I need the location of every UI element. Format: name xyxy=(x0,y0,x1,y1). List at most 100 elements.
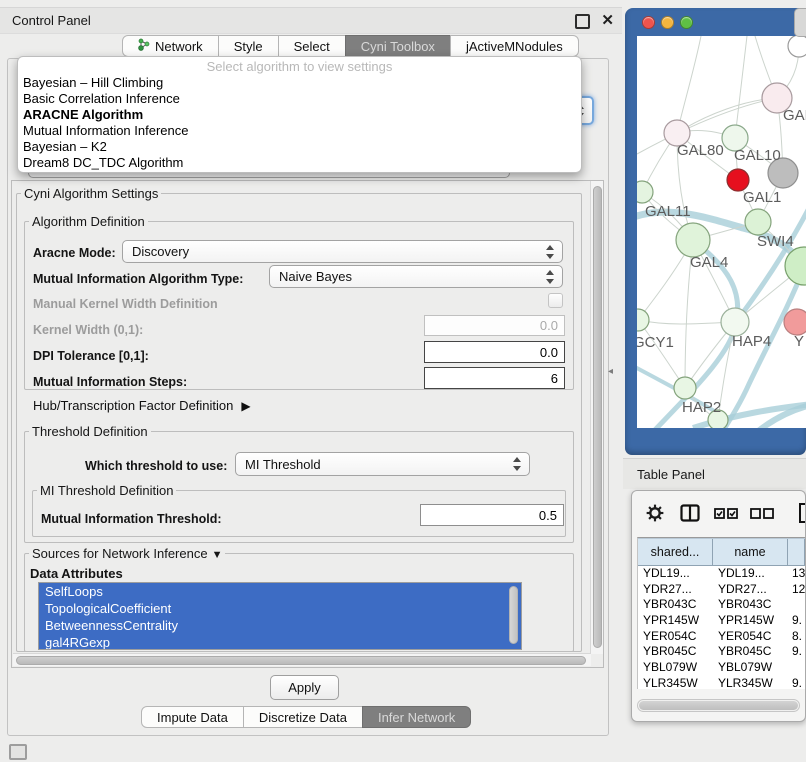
table-row[interactable]: YDR27...YDR27...12 xyxy=(638,582,805,598)
mi-type-label: Mutual Information Algorithm Type: xyxy=(33,272,243,286)
table-row[interactable]: YPR145WYPR145W9. xyxy=(638,613,805,629)
node-label-gcy1: GCY1 xyxy=(637,334,674,351)
select-all-icon[interactable] xyxy=(714,507,740,520)
control-panel-tabs: NetworkStyleSelectCyni ToolboxjActiveMNo… xyxy=(122,35,579,57)
table-cell xyxy=(788,597,805,613)
deselect-all-icon[interactable] xyxy=(750,507,776,520)
table-cell: 9. xyxy=(788,644,805,660)
which-threshold-combo[interactable]: MI Threshold xyxy=(235,452,530,476)
network-node[interactable] xyxy=(721,308,749,336)
data-attributes-label: Data Attributes xyxy=(30,566,123,581)
manual-kernel-checkbox[interactable] xyxy=(548,293,563,308)
kernel-width-field[interactable]: 0.0 xyxy=(424,315,565,336)
which-threshold-value: MI Threshold xyxy=(245,457,321,472)
table-cell: 13 xyxy=(788,566,805,582)
column-header-name[interactable]: name xyxy=(713,539,788,565)
algorithm-option-bayesian-k2[interactable]: Bayesian – K2 xyxy=(18,139,581,155)
table-cell: YER054C xyxy=(638,629,713,645)
mi-threshold-label: Mutual Information Threshold: xyxy=(41,512,222,526)
attribute-item-gal4rgexp[interactable]: gal4RGexp xyxy=(39,634,521,650)
network-canvas[interactable]: GALGAL80GAL10GAL1GAL11SWI4GAL4HAP4YGCY1H… xyxy=(637,36,806,428)
node-label-swi4: SWI4 xyxy=(757,233,794,250)
close-button[interactable] xyxy=(642,16,655,29)
algorithm-option-bayesian-hill-climbing[interactable]: Bayesian – Hill Climbing xyxy=(18,75,581,91)
tab-style[interactable]: Style xyxy=(218,35,279,57)
aracne-mode-combo[interactable]: Discovery xyxy=(122,240,563,263)
node-label-y: Y xyxy=(794,333,804,350)
which-threshold-label: Which threshold to use: xyxy=(85,459,227,473)
mi-type-combo[interactable]: Naive Bayes xyxy=(269,265,563,288)
algorithm-option-mutual-information-inference[interactable]: Mutual Information Inference xyxy=(18,123,581,139)
apply-button[interactable]: Apply xyxy=(270,675,339,700)
attribute-item-betweennesscentrality[interactable]: BetweennessCentrality xyxy=(39,617,521,634)
cyni-settings-legend: Cyni Algorithm Settings xyxy=(21,186,161,201)
sources-legend[interactable]: Sources for Network Inference▼ xyxy=(29,546,225,561)
split-columns-icon[interactable] xyxy=(680,504,700,522)
toolbar-corner-fragment xyxy=(794,8,806,37)
node-label-gal: GAL xyxy=(783,107,806,124)
column-header-shared-name[interactable]: shared... xyxy=(638,539,713,565)
algorithm-option-aracne-algorithm[interactable]: ARACNE Algorithm xyxy=(18,107,581,123)
combo-arrows-icon xyxy=(546,270,555,284)
table-row[interactable]: YBR043CYBR043C xyxy=(638,597,805,613)
network-node[interactable] xyxy=(674,377,696,399)
table-header-row: shared... name xyxy=(638,538,805,566)
algorithm-option-basic-correlation-inference[interactable]: Basic Correlation Inference xyxy=(18,91,581,107)
list-vertical-scrollbar[interactable] xyxy=(509,586,518,644)
float-panel-icon[interactable] xyxy=(575,14,590,29)
table-row[interactable]: YBR045CYBR045C9. xyxy=(638,644,805,660)
combo-arrows-icon xyxy=(546,245,555,259)
mi-threshold-field[interactable]: 0.5 xyxy=(420,504,564,526)
network-node[interactable] xyxy=(745,209,771,235)
dpi-tolerance-label: DPI Tolerance [0,1]: xyxy=(33,349,149,363)
attribute-item-topologicalcoefficient[interactable]: TopologicalCoefficient xyxy=(39,600,521,617)
network-node[interactable] xyxy=(727,169,749,191)
data-attributes-list: SelfLoopsTopologicalCoefficientBetweenne… xyxy=(38,582,522,650)
node-label-gal4: GAL4 xyxy=(690,254,728,271)
gear-icon[interactable] xyxy=(646,504,664,522)
kernel-width-value: 0.0 xyxy=(540,318,558,333)
network-view-window[interactable]: GALGAL80GAL10GAL1GAL11SWI4GAL4HAP4YGCY1H… xyxy=(625,8,806,455)
table-row[interactable]: YBL079WYBL079W xyxy=(638,660,805,676)
file-icon[interactable] xyxy=(798,502,806,524)
table-cell: 8. xyxy=(788,629,805,645)
tab-label: Impute Data xyxy=(157,710,228,725)
table-row[interactable]: YDL19...YDL19...13 xyxy=(638,566,805,582)
table-row[interactable]: YLR345WYLR345W9. xyxy=(638,676,805,689)
node-table: shared... name YDL19...YDL19...13YDR27..… xyxy=(637,537,805,689)
aracne-mode-value: Discovery xyxy=(132,244,189,259)
caret-right-icon: ▶ xyxy=(241,399,250,413)
tab-jactivemnodules[interactable]: jActiveMNodules xyxy=(450,35,579,57)
tab-impute-data[interactable]: Impute Data xyxy=(141,706,244,728)
zoom-button[interactable] xyxy=(680,16,693,29)
minimize-button[interactable] xyxy=(661,16,674,29)
tab-discretize-data[interactable]: Discretize Data xyxy=(243,706,363,728)
table-cell: YBR045C xyxy=(713,644,788,660)
table-row[interactable]: YER054CYER054C8. xyxy=(638,629,805,645)
close-panel-icon[interactable]: ✕ xyxy=(601,11,614,29)
table-cell: YDL19... xyxy=(713,566,788,582)
network-node[interactable] xyxy=(676,223,710,257)
table-cell: YBR045C xyxy=(638,644,713,660)
tab-infer-network[interactable]: Infer Network xyxy=(362,706,471,728)
network-node[interactable] xyxy=(788,36,806,57)
collapsed-panel-icon[interactable] xyxy=(9,744,27,760)
column-header-cut[interactable] xyxy=(788,539,805,565)
network-node[interactable] xyxy=(637,181,653,203)
tab-cyni-toolbox[interactable]: Cyni Toolbox xyxy=(345,35,451,57)
table-horizontal-scrollbar[interactable] xyxy=(637,699,800,712)
network-node[interactable] xyxy=(784,309,806,335)
dpi-tolerance-field[interactable]: 0.0 xyxy=(424,341,565,363)
control-panel-title: Control Panel xyxy=(0,13,91,28)
tab-network[interactable]: Network xyxy=(122,35,219,57)
tab-select[interactable]: Select xyxy=(278,35,346,57)
attribute-item-selfloops[interactable]: SelfLoops xyxy=(39,583,521,600)
collapse-left-icon[interactable]: ◂ xyxy=(608,366,613,377)
network-node[interactable] xyxy=(637,309,649,331)
hub-definition-toggle[interactable]: Hub/Transcription Factor Definition ▶ xyxy=(33,398,251,413)
settings-vertical-scrollbar[interactable] xyxy=(590,181,603,654)
algorithm-option-dream8-dc-tdc-algorithm[interactable]: Dream8 DC_TDC Algorithm xyxy=(18,155,581,171)
settings-horizontal-scrollbar[interactable] xyxy=(13,653,591,666)
mi-steps-field[interactable]: 6 xyxy=(424,367,565,389)
sources-legend-label: Sources for Network Inference xyxy=(32,546,208,561)
